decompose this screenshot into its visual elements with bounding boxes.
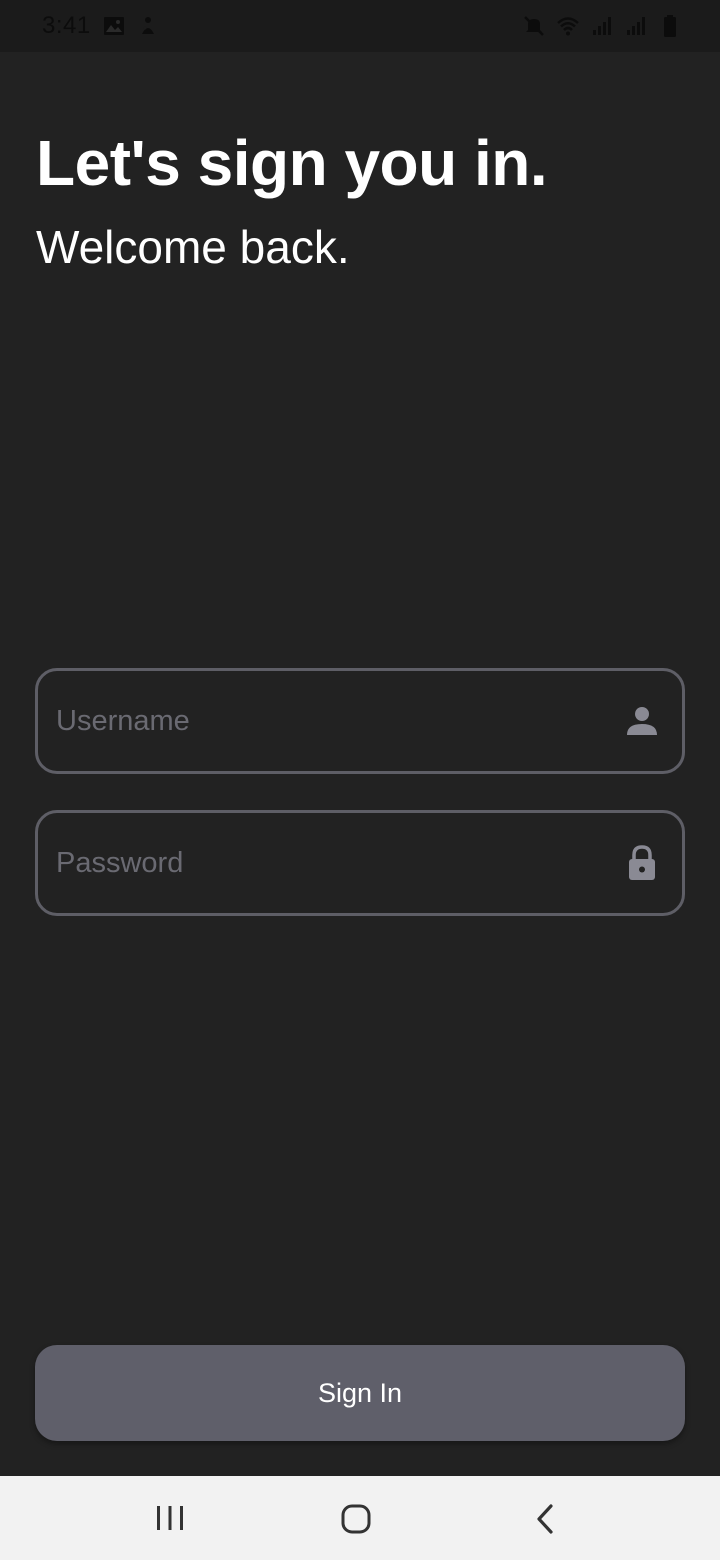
status-time: 3:41 [42, 12, 91, 39]
system-nav-bar [0, 1476, 720, 1560]
status-left-icons [102, 14, 160, 38]
signal-icon [590, 14, 614, 38]
wifi-icon [556, 14, 580, 38]
mute-icon [522, 14, 546, 38]
password-input[interactable] [56, 813, 596, 913]
username-input[interactable] [56, 671, 596, 771]
back-icon[interactable] [525, 1498, 565, 1538]
password-field-container [35, 810, 685, 916]
sign-in-button[interactable]: Sign In [35, 1345, 685, 1441]
page-subtitle: Welcome back. [36, 221, 350, 273]
recents-icon[interactable] [150, 1498, 190, 1538]
person-icon [624, 703, 660, 739]
battery-icon [658, 14, 682, 38]
notification-icon [136, 14, 160, 38]
lock-icon [624, 845, 660, 881]
status-bar: 3:41 [0, 0, 720, 52]
username-field-container [35, 668, 685, 774]
home-icon[interactable] [336, 1498, 376, 1538]
status-right-icons [522, 14, 682, 38]
image-icon [102, 14, 126, 38]
signal-icon [624, 14, 648, 38]
page-title: Let's sign you in. [36, 127, 548, 199]
